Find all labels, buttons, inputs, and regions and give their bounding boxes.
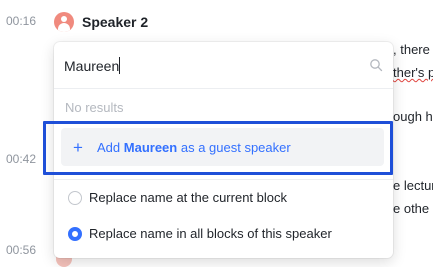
text-caret [119,57,120,74]
no-results-label: No results [65,100,124,115]
add-guest-label: Add Maureen as a guest speaker [97,139,291,155]
replace-current-block-option[interactable]: Replace name at the current block [68,190,287,205]
speaker-search-row [54,42,393,89]
timestamp: 00:16 [6,14,37,28]
transcript-text-fragment: ther's p [393,65,433,80]
timestamp: 00:56 [6,243,37,257]
guest-name: Maureen [123,139,178,155]
speaker-search-input[interactable] [64,55,354,77]
speaker-header[interactable]: Speaker 2 [54,11,148,33]
search-icon [370,59,383,72]
transcript-text-fragment: , there [393,42,430,57]
option-label: Replace name at the current block [89,190,287,205]
timestamp: 00:42 [6,152,37,166]
radio-button-unchecked[interactable] [68,190,82,205]
user-avatar-icon [54,12,74,32]
transcript-text-fragment: e othe [393,201,430,216]
replace-all-blocks-option[interactable]: Replace name in all blocks of this speak… [68,226,332,241]
plus-icon: + [73,137,83,157]
option-label: Replace name in all blocks of this speak… [89,226,332,241]
transcript-text-fragment: e lectur [393,178,433,193]
transcript-text-fragment: ough his [393,109,433,124]
radio-button-checked[interactable] [68,226,82,241]
add-guest-speaker-option[interactable]: + Add Maureen as a guest speaker [61,128,384,166]
speaker-dropdown: No results + Add Maureen as a guest spea… [54,42,393,258]
speaker-name[interactable]: Speaker 2 [82,14,148,30]
divider [54,179,393,180]
